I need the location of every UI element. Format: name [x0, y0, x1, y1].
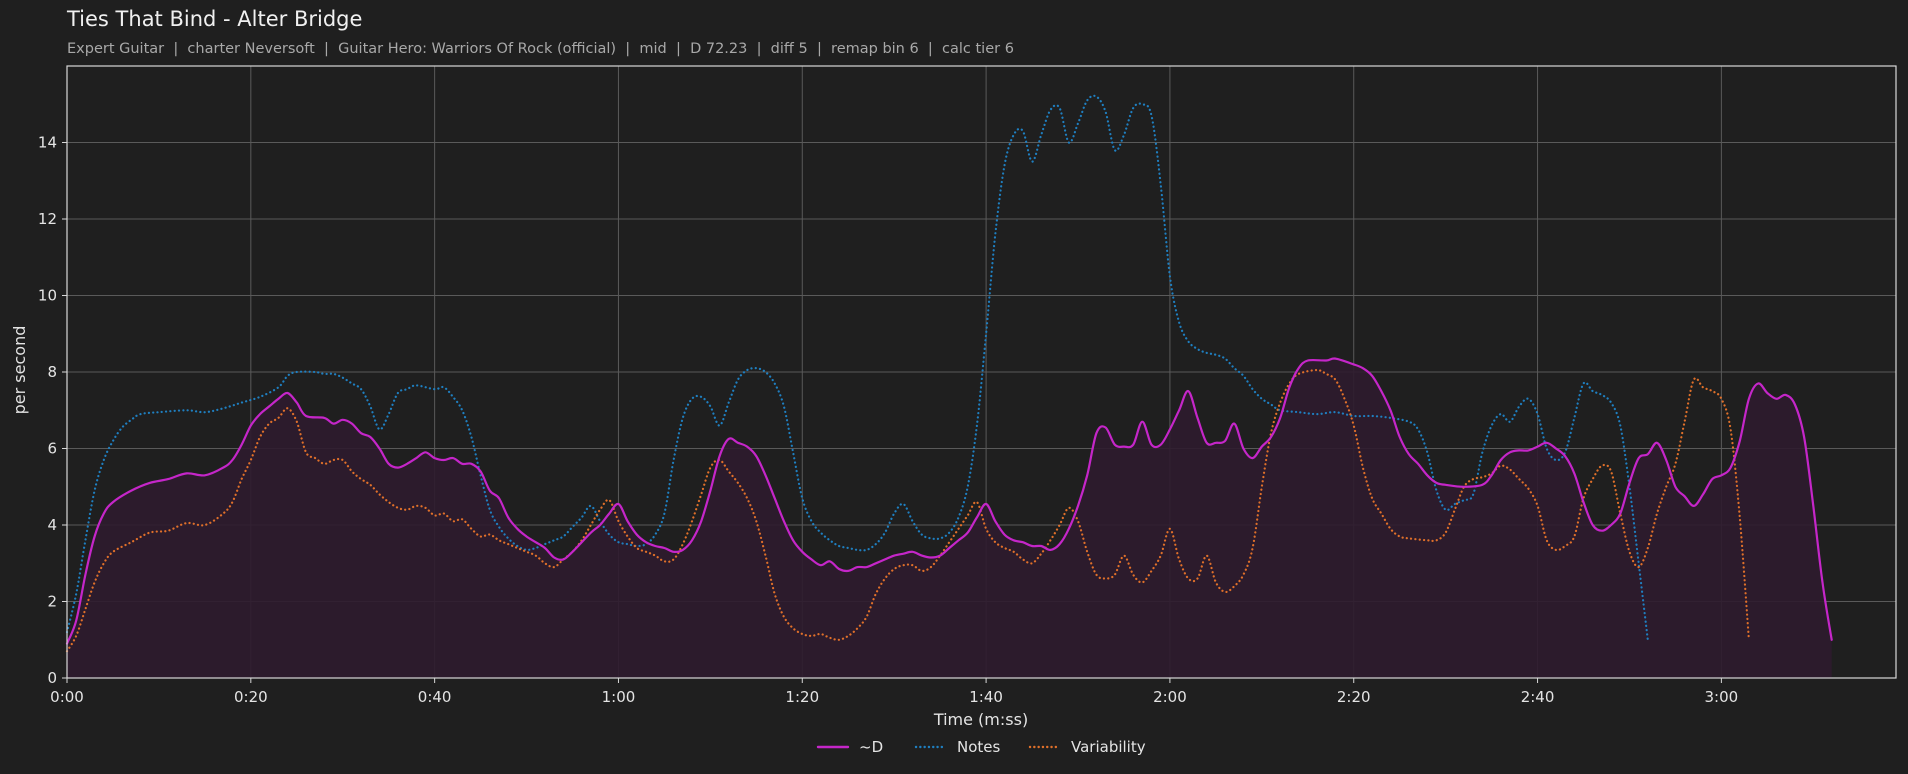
x-tick-label: 0:00: [50, 688, 84, 706]
x-axis-label: Time (m:ss): [933, 710, 1028, 729]
y-tick-label: 12: [38, 210, 57, 228]
legend-label-variability: Variability: [1071, 738, 1146, 756]
series-d-fill: [67, 358, 1832, 678]
x-tick-label: 1:40: [969, 688, 1003, 706]
y-tick-label: 10: [38, 287, 57, 305]
x-tick-label: 2:00: [1153, 688, 1187, 706]
x-tick-label: 2:40: [1521, 688, 1555, 706]
legend-label-notes: Notes: [957, 738, 1001, 756]
y-tick-label: 2: [47, 593, 57, 611]
y-tick-label: 6: [47, 440, 57, 458]
legend: ~D Notes Variability: [816, 738, 1146, 756]
line-chart: 0:00 0:20 0:40 1:00 1:20 1:40 2:00 2:20 2:40 3:00…: [10, 65, 1897, 756]
fill-layer: [67, 358, 1832, 678]
x-tick-label: 3:00: [1705, 688, 1739, 706]
x-tick-label: 0:20: [234, 688, 268, 706]
y-tick-label: 14: [38, 134, 57, 152]
y-axis-label: per second: [10, 326, 29, 415]
y-tick-label: 8: [47, 363, 57, 381]
y-tick-label: 4: [47, 516, 57, 534]
legend-label-d: ~D: [859, 738, 883, 756]
y-tick-label: 0: [47, 669, 57, 687]
x-tick-label: 1:00: [602, 688, 636, 706]
x-tick-label: 0:40: [418, 688, 452, 706]
x-tick-label: 2:20: [1337, 688, 1371, 706]
x-tick-label: 1:20: [785, 688, 819, 706]
